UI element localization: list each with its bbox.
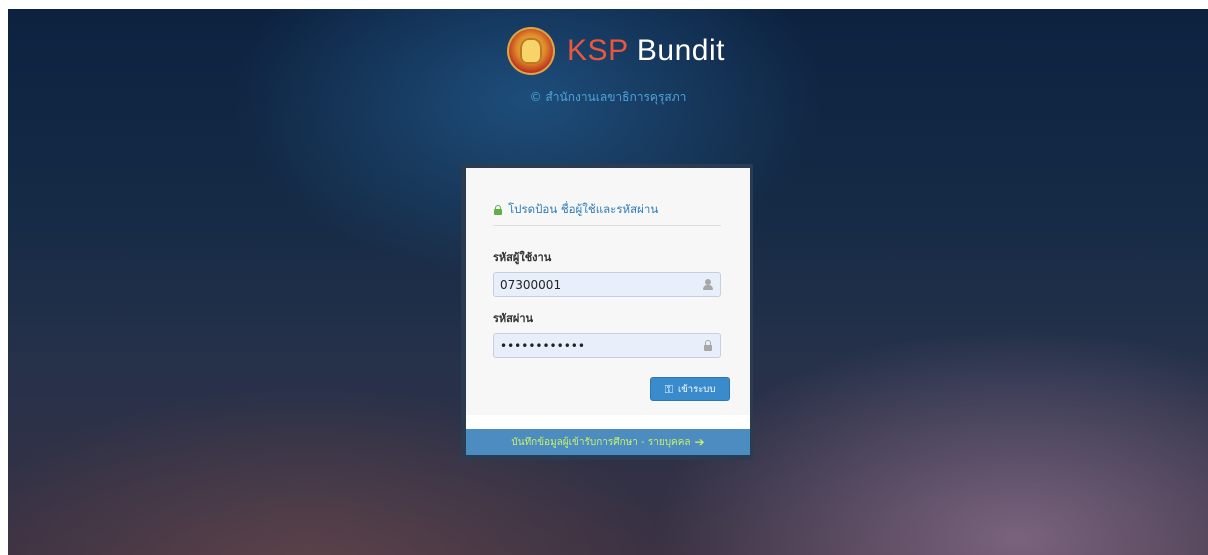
background-stage: KSP Bundit © สำนักงานเลขาธิการคุรุสภา โป… [8, 9, 1208, 555]
login-heading-text: โปรดป้อน ชื่อผู้ใช้และรหัสผ่าน [508, 202, 659, 216]
lock-icon [493, 205, 503, 215]
password-field-wrapper [493, 333, 721, 358]
brand-subtitle: © สำนักงานเลขาธิการคุรุสภา [529, 90, 687, 104]
login-panel: โปรดป้อน ชื่อผู้ใช้และรหัสผ่าน รหัสผู้ใช… [466, 168, 750, 455]
brand-row: KSP Bundit [507, 27, 725, 75]
username-input[interactable] [494, 273, 706, 296]
login-button-label: เข้าระบบ [678, 383, 716, 395]
password-label: รหัสผ่าน [493, 312, 534, 325]
individual-record-link[interactable]: บันทึกข้อมูลผู้เข้ารับการศึกษา - รายบุคค… [466, 429, 750, 455]
password-input[interactable] [494, 334, 706, 357]
login-panel-body: โปรดป้อน ชื่อผู้ใช้และรหัสผ่าน รหัสผู้ใช… [466, 168, 750, 415]
key-icon: ⚿ [664, 382, 674, 396]
brand-name-rest: Bundit [628, 34, 725, 67]
arrow-right-icon: ➔ [694, 435, 705, 449]
login-button[interactable]: ⚿ เข้าระบบ [650, 377, 730, 401]
lock-icon [703, 340, 713, 351]
brand-name: KSP Bundit [567, 34, 725, 68]
brand-name-accent: KSP [567, 34, 629, 67]
login-heading: โปรดป้อน ชื่อผู้ใช้และรหัสผ่าน [493, 201, 721, 226]
individual-record-link-label: บันทึกข้อมูลผู้เข้ารับการศึกษา - รายบุคค… [511, 436, 691, 448]
username-label: รหัสผู้ใช้งาน [493, 251, 552, 264]
user-icon [703, 279, 713, 290]
brand-header: KSP Bundit © สำนักงานเลขาธิการคุรุสภา [8, 27, 1208, 107]
ksp-seal-logo [507, 27, 556, 75]
username-field-wrapper [493, 272, 721, 297]
seal-emblem [520, 38, 543, 64]
